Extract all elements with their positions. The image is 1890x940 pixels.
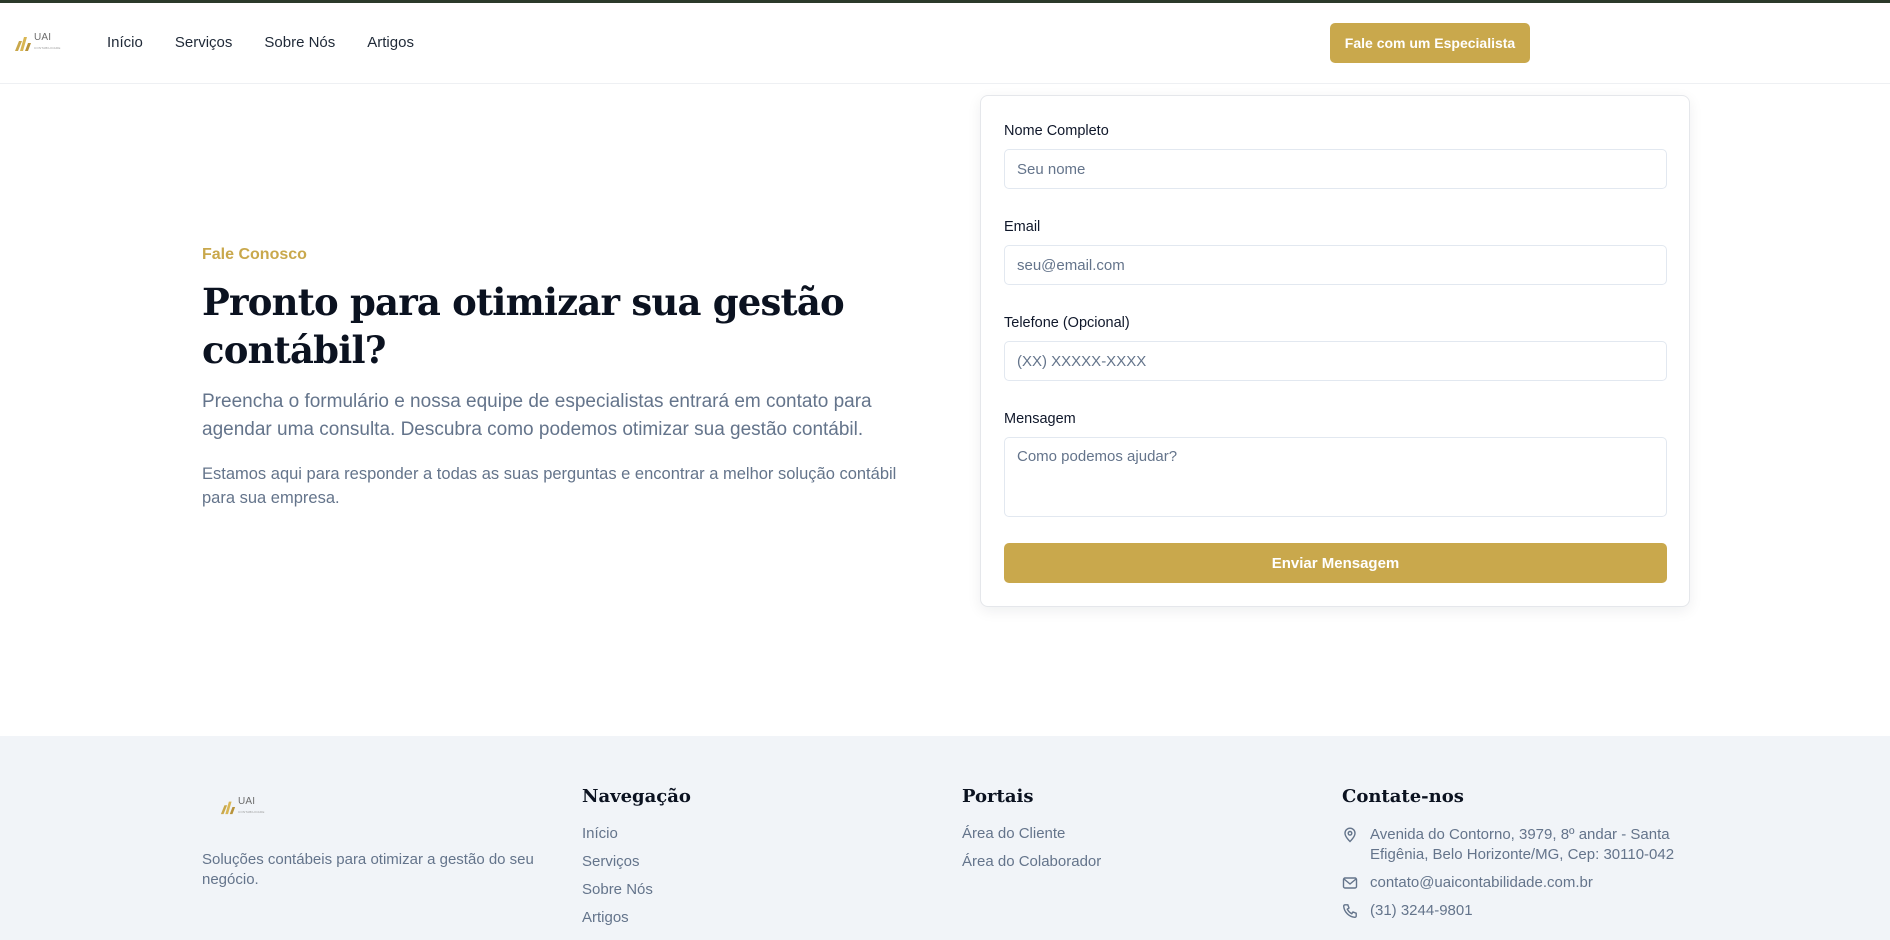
contact-email[interactable]: contato@uaicontabilidade.com.br — [1342, 873, 1682, 893]
contact-phone-text: (31) 3244-9801 — [1370, 902, 1473, 919]
sub-paragraph: Estamos aqui para responder a todas as s… — [202, 465, 897, 507]
footer-link-sobre-nos[interactable]: Sobre Nós — [582, 881, 691, 909]
map-pin-icon — [1344, 827, 1356, 843]
contact-address-text: Avenida do Contorno, 3979, 8º andar - Sa… — [1370, 826, 1675, 863]
nav-sobre-nos[interactable]: Sobre Nós — [264, 34, 335, 51]
email-input[interactable] — [1004, 245, 1667, 285]
footer-portals-column: Portais Área do Cliente Área do Colabora… — [962, 786, 1101, 881]
footer-link-area-cliente[interactable]: Área do Cliente — [962, 825, 1101, 853]
message-textarea[interactable] — [1004, 437, 1667, 517]
send-message-button[interactable]: Enviar Mensagem — [1004, 543, 1667, 583]
phone-input[interactable] — [1004, 341, 1667, 381]
lead-paragraph: Preencha o formulário e nossa equipe de … — [202, 391, 872, 440]
talk-to-specialist-button[interactable]: Fale com um Especialista — [1330, 23, 1530, 63]
email-label: Email — [1004, 219, 1041, 235]
footer-link-area-colaborador[interactable]: Área do Colaborador — [962, 853, 1101, 881]
phone-icon — [1342, 904, 1357, 919]
logo[interactable]: UAI CONTABILIDADE — [14, 33, 61, 53]
contact-intro: Fale Conosco Pronto para otimizar sua ge… — [202, 246, 922, 510]
name-field-group: Nome Completo — [1004, 123, 1667, 189]
logo-mark-icon — [15, 37, 31, 51]
footer-logo-wordmark: UAI — [238, 796, 256, 807]
phone-label: Telefone (Opcional) — [1004, 315, 1130, 331]
message-field-group: Mensagem — [1004, 411, 1667, 522]
footer-logo-mark-icon — [220, 801, 236, 815]
footer-contact-title: Contate-nos — [1342, 786, 1464, 807]
mail-icon — [1342, 877, 1358, 889]
contact-phone[interactable]: (31) 3244-9801 — [1342, 901, 1682, 921]
footer-logo[interactable]: UAI CONTABILIDADE — [220, 797, 552, 817]
nav-artigos[interactable]: Artigos — [367, 34, 414, 51]
page-title: Pronto para otimizar sua gestão contábil… — [202, 280, 845, 372]
footer-brand: UAI CONTABILIDADE Soluções contábeis par… — [202, 797, 552, 890]
contact-address: Avenida do Contorno, 3979, 8º andar - Sa… — [1342, 825, 1682, 865]
footer-link-inicio[interactable]: Início — [582, 825, 691, 853]
email-field-group: Email — [1004, 219, 1667, 285]
logo-subtitle: CONTABILIDADE — [34, 46, 61, 50]
footer-contact-column: Contate-nos Avenida do Contorno, 3979, 8… — [1342, 786, 1682, 929]
footer-nav-column: Navegação Início Serviços Sobre Nós Arti… — [582, 786, 691, 937]
contact-email-text: contato@uaicontabilidade.com.br — [1370, 874, 1593, 891]
section-eyebrow: Fale Conosco — [202, 246, 307, 263]
contact-form: Nome Completo Email Telefone (Opcional) … — [980, 95, 1690, 607]
site-header: UAI CONTABILIDADE Início Serviços Sobre … — [0, 3, 1890, 84]
footer-logo-subtitle: CONTABILIDADE — [238, 810, 265, 814]
site-footer: UAI CONTABILIDADE Soluções contábeis par… — [0, 736, 1890, 940]
nav-servicos[interactable]: Serviços — [175, 34, 233, 51]
footer-nav-title: Navegação — [582, 786, 691, 807]
logo-wordmark: UAI — [34, 32, 52, 43]
phone-field-group: Telefone (Opcional) — [1004, 315, 1667, 381]
footer-description: Soluções contábeis para otimizar a gestã… — [202, 851, 534, 888]
footer-portals-title: Portais — [962, 786, 1034, 807]
logo-text: UAI CONTABILIDADE — [34, 33, 61, 53]
footer-link-servicos[interactable]: Serviços — [582, 853, 691, 881]
footer-link-artigos[interactable]: Artigos — [582, 909, 691, 937]
main-nav: Início Serviços Sobre Nós Artigos — [107, 34, 414, 51]
footer-logo-text: UAI CONTABILIDADE — [238, 797, 265, 817]
name-input[interactable] — [1004, 149, 1667, 189]
name-label: Nome Completo — [1004, 123, 1109, 139]
message-label: Mensagem — [1004, 411, 1076, 427]
nav-inicio[interactable]: Início — [107, 34, 143, 51]
